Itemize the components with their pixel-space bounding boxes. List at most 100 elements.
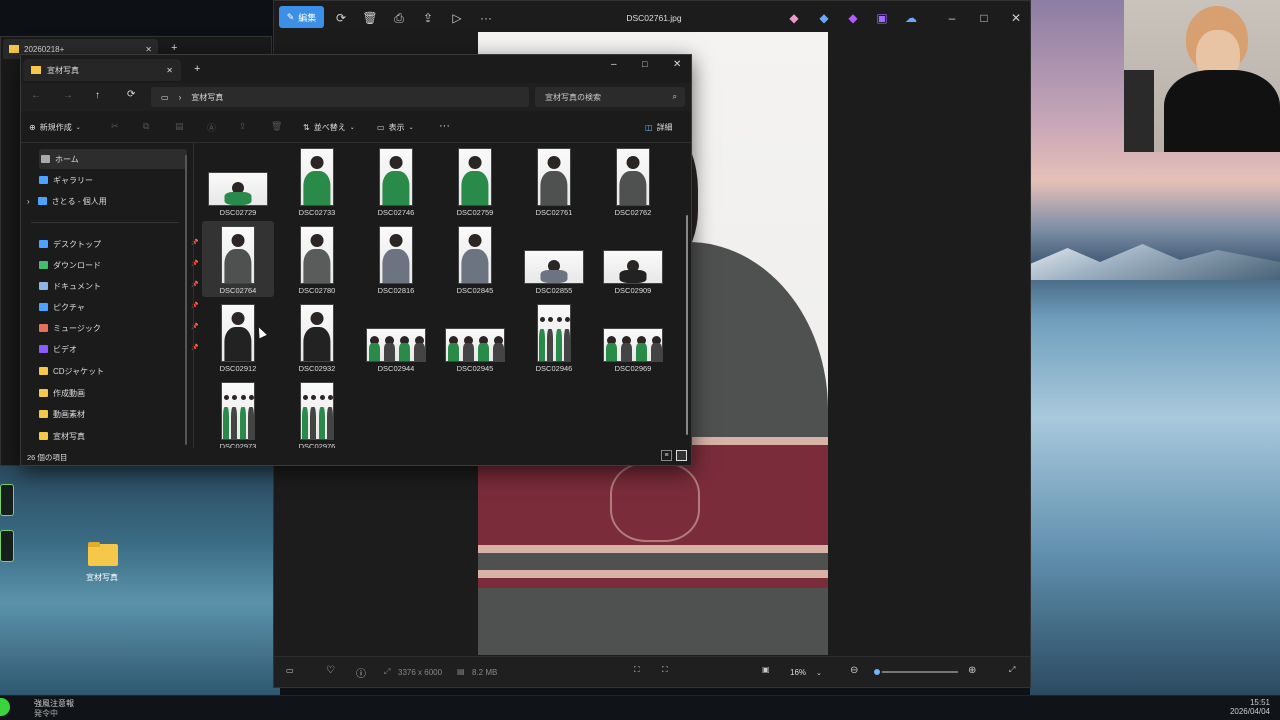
copy-icon[interactable]: ⧉ [143,121,149,132]
details-view-icon[interactable]: ≡ [661,450,672,461]
sidebar-item[interactable]: ギャラリー [39,170,93,190]
maximize-icon[interactable]: □ [974,9,994,27]
sidebar-item[interactable]: CDジャケット [39,361,104,381]
maximize-icon[interactable]: □ [642,59,647,69]
sidebar-item[interactable]: デスクトップ [39,234,101,254]
edit-button[interactable]: ✎ 編集 [279,6,324,28]
sidebar-item[interactable]: ピクチャ [39,297,85,317]
sidebar-item[interactable]: › さとる - 個人用 [27,191,107,211]
sidebar-item[interactable]: 作成動画 [39,383,85,403]
share-icon[interactable]: ⇪ [418,9,438,27]
fullscreen-icon[interactable]: ⤢ [1009,665,1015,675]
crop-icon[interactable]: ⛶ [634,665,640,675]
rotate-icon[interactable]: ⟳ [331,9,351,27]
sort-button[interactable]: ⇅ 並べ替え ⌄ [303,122,355,133]
file-item[interactable]: DSC02945 [439,299,511,375]
file-item[interactable]: DSC02912 [202,299,274,375]
close-icon[interactable]: ✕ [1006,9,1026,27]
new-tab-icon[interactable]: + [171,42,177,54]
file-item[interactable]: DSC02733 [281,143,353,219]
zoom-slider-thumb[interactable] [872,667,882,677]
filmstrip-icon[interactable]: ▭ [286,666,294,675]
tiles-view-icon[interactable] [676,450,687,461]
new-tab-icon[interactable]: + [194,63,200,75]
file-item[interactable]: DSC02764 [202,221,274,297]
sidebar-item[interactable]: ミュージック [39,318,101,338]
share-icon[interactable]: ⇪ [239,121,247,132]
chevron-right-icon: › [178,92,182,102]
file-item[interactable]: DSC02780 [281,221,353,297]
details-button[interactable]: ◫ 詳細 [645,122,673,133]
copilot-icon[interactable]: ◆ [784,9,804,27]
sidebar-item[interactable]: 宣材写真 [39,426,85,446]
rename-icon[interactable]: Ⓐ [207,121,216,134]
file-item[interactable]: DSC02816 [360,221,432,297]
cut-icon[interactable]: ✂ [111,121,119,132]
fit-icon[interactable]: ▣ [762,665,770,674]
more-icon[interactable]: ··· [476,9,496,27]
back-icon[interactable]: ← [31,90,41,101]
up-icon[interactable]: ↑ [95,90,100,101]
close-tab-icon[interactable]: ✕ [166,66,173,75]
file-grid: DSC02729 DSC02733 DSC02746 DSC02759 DSC02761… [193,143,688,448]
file-item[interactable]: DSC02759 [439,143,511,219]
address-bar[interactable]: ▭ › 宣材写真 [151,87,529,107]
sidebar-item[interactable]: 動画素材 [39,404,85,424]
delete-icon[interactable]: 🗑 [360,9,380,27]
thumbnail-image [603,250,663,284]
file-item[interactable]: DSC02761 [518,143,590,219]
explorer-tab[interactable]: 宣材写真 ✕ [23,59,181,81]
sidebar-item[interactable]: ドキュメント [39,276,101,296]
slideshow-icon[interactable]: ▷ [447,9,467,27]
more-icon[interactable]: ··· [439,120,450,132]
file-item[interactable]: DSC02845 [439,221,511,297]
zoom-in-icon[interactable]: ⊕ [968,665,976,676]
clipchamp-icon[interactable]: ◆ [843,9,863,27]
file-item[interactable]: DSC02946 [518,299,590,375]
sidebar-item[interactable]: ダウンロード [39,255,101,275]
delete-icon[interactable]: 🗑 [271,121,282,132]
desktop-app-icon[interactable] [0,530,14,562]
close-icon[interactable]: ✕ [673,59,681,70]
file-item[interactable]: DSC02932 [281,299,353,375]
search-input[interactable]: 宣材写真の検索 ⌕ [535,87,685,107]
sidebar-item[interactable]: ビデオ [39,339,77,359]
desktop-app-icon[interactable] [0,484,14,516]
file-item[interactable]: DSC02973 [202,377,274,448]
view-button[interactable]: ▭ 表示 ⌄ [377,122,414,133]
designer-icon[interactable]: ◆ [814,9,834,27]
onedrive-offline-icon[interactable]: ☁ [901,9,921,27]
info-icon[interactable]: ⓘ [356,665,366,680]
refresh-icon[interactable]: ⟳ [127,89,135,100]
desktop-folder-icon[interactable]: 宣材写真 [80,540,124,584]
file-item[interactable]: DSC02729 [202,143,274,219]
file-item[interactable]: DSC02944 [360,299,432,375]
explorer-window: 宣材写真 ✕ + – □ ✕ ← → ↑ ⟳ ▭ › 宣材写真 宣材写真の検索 … [20,54,692,466]
zoom-slider[interactable] [872,667,958,677]
file-item[interactable]: DSC02762 [597,143,669,219]
sidebar-item[interactable]: ホーム [39,149,187,169]
zoom-out-icon[interactable]: ⊖ [850,665,858,676]
paste-icon[interactable]: ▤ [175,121,184,132]
grid-scrollbar[interactable] [686,215,688,435]
sidebar-scrollbar[interactable] [185,155,187,445]
clock[interactable]: 15:51 2026/04/04 [1210,698,1270,716]
minimize-icon[interactable]: – [942,9,962,27]
favorite-icon[interactable]: ♡ [326,665,335,676]
weather-widget[interactable]: 強風注意報 発令中 [0,696,120,720]
forward-icon[interactable]: → [63,90,73,101]
video-editor-icon[interactable]: ▣ [872,9,892,27]
minimize-icon[interactable]: – [611,59,617,70]
close-tab-icon[interactable]: ✕ [145,45,152,54]
new-button[interactable]: ⊕ 新規作成 ⌄ [29,122,81,133]
file-item[interactable]: DSC02909 [597,221,669,297]
print-icon[interactable]: ⎙ [389,9,409,27]
file-name: DSC02759 [456,208,494,217]
file-item[interactable]: DSC02746 [360,143,432,219]
select-icon[interactable]: ⛶ [662,665,668,675]
file-item[interactable]: DSC02976 [281,377,353,448]
file-item[interactable]: DSC02855 [518,221,590,297]
expand-chevron-icon[interactable]: › [27,197,30,206]
file-item[interactable]: DSC02969 [597,299,669,375]
zoom-select[interactable]: 16% ⌄ [784,664,834,681]
